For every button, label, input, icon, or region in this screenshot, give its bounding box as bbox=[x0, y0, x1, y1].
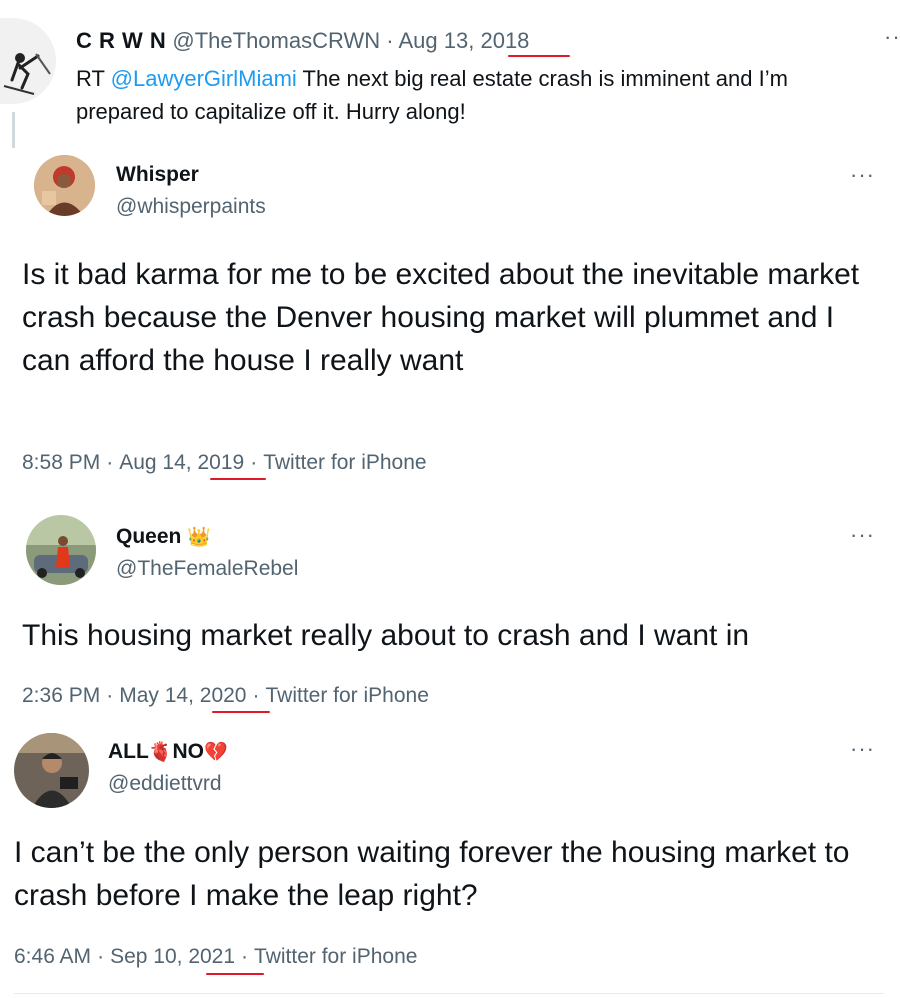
profile-photo-icon bbox=[14, 733, 89, 808]
separator: · bbox=[250, 451, 258, 474]
year-underline bbox=[508, 55, 570, 57]
divider bbox=[14, 993, 884, 994]
display-name-row: Queen 👑 bbox=[116, 525, 211, 549]
tweet-year[interactable]: 2018 bbox=[480, 28, 529, 53]
display-name-row: ALL🫀NO💔 bbox=[108, 740, 228, 764]
separator: · bbox=[106, 684, 114, 707]
avatar[interactable] bbox=[14, 733, 89, 808]
tweet-body: I can’t be the only person waiting forev… bbox=[14, 836, 850, 912]
separator: · bbox=[386, 28, 394, 53]
separator: · bbox=[241, 945, 249, 968]
display-name[interactable]: Queen bbox=[116, 525, 181, 548]
year-underline bbox=[210, 478, 266, 480]
handle[interactable]: @eddiettvrd bbox=[108, 772, 222, 796]
avatar[interactable] bbox=[26, 515, 96, 585]
tweet-meta: 2:36 PM · May 14, 2020 · Twitter for iPhone bbox=[22, 684, 429, 708]
tweet-meta: 8:58 PM · Aug 14, 2019 · Twitter for iPhone bbox=[22, 451, 427, 475]
tweet-source[interactable]: Twitter for iPhone bbox=[254, 945, 417, 968]
profile-photo-icon bbox=[34, 155, 95, 216]
more-options-icon[interactable]: ··· bbox=[850, 738, 875, 760]
tweet-time[interactable]: 8:58 PM bbox=[22, 451, 100, 474]
avatar[interactable] bbox=[0, 18, 56, 104]
tweet-year[interactable]: 2020 bbox=[200, 684, 247, 707]
thread-line bbox=[12, 112, 15, 148]
retweet-line-1: RT @LawyerGirlMiami The next big real es… bbox=[76, 62, 896, 95]
more-options-icon[interactable]: ·· bbox=[884, 26, 900, 48]
tweet-time[interactable]: 6:46 AM bbox=[14, 945, 91, 968]
handle[interactable]: @whisperpaints bbox=[116, 195, 266, 219]
tweet-source[interactable]: Twitter for iPhone bbox=[265, 684, 428, 707]
display-name[interactable]: Whisper bbox=[116, 163, 199, 187]
tweet-date[interactable]: May 14, bbox=[119, 684, 194, 707]
tweet1-text: RT @LawyerGirlMiami The next big real es… bbox=[76, 62, 896, 128]
more-options-icon[interactable]: ··· bbox=[850, 524, 875, 546]
tweet1-header: C R W N @TheThomasCRWN · Aug 13, 2018 bbox=[76, 28, 529, 54]
mention-link[interactable]: @LawyerGirlMiami bbox=[111, 66, 297, 91]
tweet-body: Is it bad karma for me to be excited abo… bbox=[22, 258, 860, 377]
anatomical-heart-emoji-icon: 🫀 bbox=[148, 742, 173, 763]
handle[interactable]: @TheThomasCRWN bbox=[172, 28, 380, 53]
tweet-date[interactable]: Aug 14, bbox=[119, 451, 191, 474]
handle[interactable]: @TheFemaleRebel bbox=[116, 557, 298, 581]
skier-logo-icon bbox=[3, 53, 51, 95]
tweet-year[interactable]: 2021 bbox=[188, 945, 235, 968]
rt-prefix: RT bbox=[76, 66, 105, 91]
tweet-body: This housing market really about to cras… bbox=[22, 619, 750, 652]
tweet-date[interactable]: Sep 10, bbox=[110, 945, 182, 968]
tweet-meta: 6:46 AM · Sep 10, 2021 · Twitter for iPhone bbox=[14, 945, 417, 969]
separator: · bbox=[252, 684, 260, 707]
display-name[interactable]: C R W N bbox=[76, 28, 166, 53]
display-name-part[interactable]: ALL bbox=[108, 740, 149, 763]
avatar[interactable] bbox=[34, 155, 95, 216]
separator: · bbox=[106, 451, 114, 474]
separator: · bbox=[97, 945, 105, 968]
crown-emoji-icon: 👑 bbox=[187, 527, 211, 548]
more-options-icon[interactable]: ··· bbox=[850, 164, 875, 186]
profile-photo-icon bbox=[26, 515, 96, 585]
tweet-text: The next big real estate crash is immine… bbox=[302, 66, 788, 91]
tweet-time[interactable]: 2:36 PM bbox=[22, 684, 100, 707]
tweet-source[interactable]: Twitter for iPhone bbox=[263, 451, 426, 474]
year-underline bbox=[212, 711, 270, 713]
tweet-year[interactable]: 2019 bbox=[197, 451, 244, 474]
tweet-date[interactable]: Aug 13, bbox=[399, 28, 475, 53]
display-name-part[interactable]: NO bbox=[173, 740, 205, 763]
broken-heart-emoji-icon: 💔 bbox=[204, 742, 228, 763]
year-underline bbox=[206, 973, 264, 975]
retweet-line-2: prepared to capitalize off it. Hurry alo… bbox=[76, 99, 466, 124]
